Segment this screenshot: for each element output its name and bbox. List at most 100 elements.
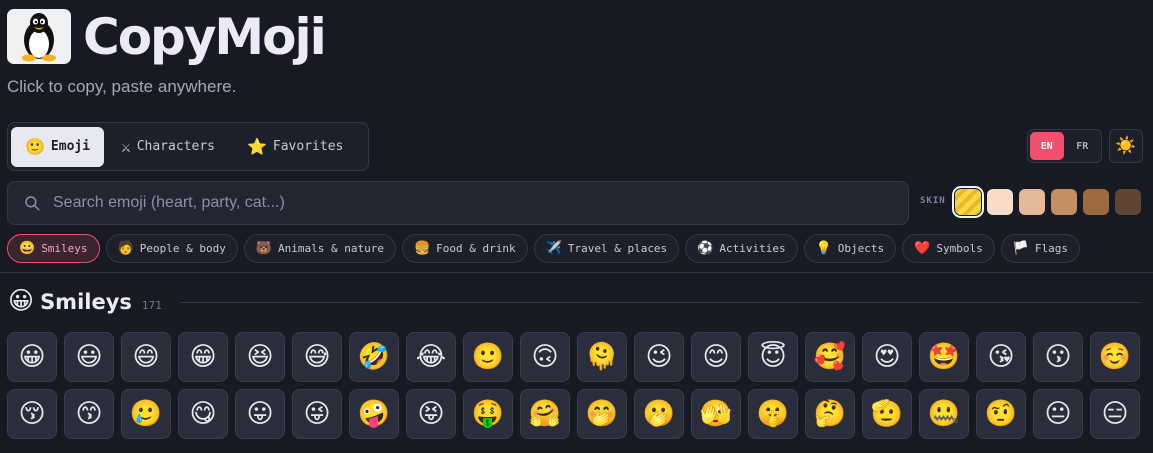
category-travel-places[interactable]: ✈️ Travel & places xyxy=(533,234,680,263)
emoji-button[interactable]: 🤑 xyxy=(463,389,513,439)
skin-tone-medium-dark[interactable] xyxy=(1083,189,1109,215)
crossed-swords-icon: ⚔ xyxy=(121,137,131,156)
emoji-button[interactable]: 😋 xyxy=(178,389,228,439)
category-filter: 😀 Smileys 🧑 People & body 🐻 Animals & na… xyxy=(7,234,1081,263)
category-objects[interactable]: 💡 Objects xyxy=(803,234,897,263)
emoji-button[interactable]: 😂 xyxy=(406,332,456,382)
emoji-button[interactable]: 🙃 xyxy=(520,332,570,382)
emoji-button[interactable]: 😁 xyxy=(178,332,228,382)
skin-label: SKIN xyxy=(920,196,946,206)
category-label: Food & drink xyxy=(436,242,516,255)
emoji-button[interactable]: 😙 xyxy=(64,389,114,439)
category-activities[interactable]: ⚽ Activities xyxy=(685,234,798,263)
emoji-button[interactable]: 😍 xyxy=(862,332,912,382)
copymoji-app: CopyMoji Click to copy, paste anywhere. … xyxy=(0,0,1153,453)
emoji-button[interactable]: 🤫 xyxy=(748,389,798,439)
emoji-button[interactable]: 🫣 xyxy=(691,389,741,439)
section-divider xyxy=(180,302,1141,303)
mode-tabs: 🙂 Emoji ⚔ Characters ⭐ Favorites xyxy=(7,122,369,171)
light-bulb-icon: 💡 xyxy=(815,241,832,256)
language-switcher: EN FR xyxy=(1027,129,1102,163)
heart-icon: ❤️ xyxy=(914,241,931,256)
emoji-button[interactable]: 😉 xyxy=(634,332,684,382)
emoji-button[interactable]: 🤐 xyxy=(919,389,969,439)
emoji-button[interactable]: 🥲 xyxy=(121,389,171,439)
emoji-button[interactable]: 🤨 xyxy=(976,389,1026,439)
tab-emoji[interactable]: 🙂 Emoji xyxy=(11,126,105,167)
logo xyxy=(7,9,71,64)
skin-tone-dark[interactable] xyxy=(1115,189,1141,215)
emoji-button[interactable]: 🥰 xyxy=(805,332,855,382)
search-bar xyxy=(7,181,909,225)
skin-tone-medium[interactable] xyxy=(1051,189,1077,215)
emoji-button[interactable]: 😆 xyxy=(235,332,285,382)
divider xyxy=(0,272,1153,273)
category-label: Flags xyxy=(1034,242,1069,255)
white-flag-icon: 🏳️ xyxy=(1012,241,1029,256)
emoji-button[interactable]: 🤗 xyxy=(520,389,570,439)
search-icon xyxy=(25,196,40,211)
emoji-button[interactable]: 🫠 xyxy=(577,332,627,382)
tab-label: Favorites xyxy=(272,139,344,154)
emoji-button[interactable]: 😛 xyxy=(235,389,285,439)
category-food-drink[interactable]: 🍔 Food & drink xyxy=(401,234,528,263)
skin-tone-light[interactable] xyxy=(987,189,1013,215)
category-animals-nature[interactable]: 🐻 Animals & nature xyxy=(243,234,396,263)
emoji-button[interactable]: 🫡 xyxy=(862,389,912,439)
category-label: Travel & places xyxy=(567,242,668,255)
burger-icon: 🍔 xyxy=(413,241,431,256)
tab-label: Characters xyxy=(136,139,215,154)
category-flags[interactable]: 🏳️ Flags xyxy=(1000,234,1081,263)
emoji-button[interactable]: 😐 xyxy=(1033,389,1083,439)
theme-toggle-button[interactable]: ☀️ xyxy=(1109,129,1143,163)
soccer-ball-icon: ⚽ xyxy=(697,241,714,256)
app-title: CopyMoji xyxy=(83,8,327,66)
emoji-grid: 😀 😃 😄 😁 😆 😅 🤣 😂 🙂 🙃 🫠 😉 😊 😇 🥰 😍 🤩 😘 😗 ☺️ 😚 😙 🥲 😋 😛 😜 🤪 😝 🤑 🤗 🤭 🫢 🫣 🤫 🤔 🫡 🤐 🤨 😐… xyxy=(7,332,1147,439)
emoji-button[interactable]: 😅 xyxy=(292,332,342,382)
emoji-button[interactable]: ☺️ xyxy=(1090,332,1140,382)
emoji-button[interactable]: 😚 xyxy=(7,389,57,439)
category-people-body[interactable]: 🧑 People & body xyxy=(105,234,238,263)
section-title: Smileys xyxy=(40,290,132,314)
category-label: Objects xyxy=(837,242,885,255)
emoji-button[interactable]: 😄 xyxy=(121,332,171,382)
skin-tone-medium-light[interactable] xyxy=(1019,189,1045,215)
category-label: Activities xyxy=(719,242,786,255)
emoji-button[interactable]: 🤭 xyxy=(577,389,627,439)
penguin-icon xyxy=(22,12,56,61)
emoji-button[interactable]: 🤣 xyxy=(349,332,399,382)
skin-tone-picker xyxy=(952,186,1141,218)
emoji-button[interactable]: 🤔 xyxy=(805,389,855,439)
category-label: People & body xyxy=(139,242,226,255)
section-count: 171 xyxy=(141,299,162,312)
tab-favorites[interactable]: ⭐ Favorites xyxy=(232,127,358,167)
emoji-button[interactable]: 🫢 xyxy=(634,389,684,439)
tab-characters[interactable]: ⚔ Characters xyxy=(106,127,230,167)
grinning-face-icon: 😀 xyxy=(19,241,36,256)
smiley-icon: 🙂 xyxy=(25,137,45,156)
emoji-button[interactable]: 🤪 xyxy=(349,389,399,439)
search-input[interactable] xyxy=(53,194,908,212)
tab-label: Emoji xyxy=(50,139,91,154)
lang-fr-button[interactable]: FR xyxy=(1066,132,1100,160)
emoji-button[interactable]: 😘 xyxy=(976,332,1026,382)
skin-tone-default[interactable] xyxy=(952,186,984,218)
airplane-icon: ✈️ xyxy=(545,241,562,256)
tagline: Click to copy, paste anywhere. xyxy=(7,77,237,96)
emoji-button[interactable]: 🤩 xyxy=(919,332,969,382)
emoji-button[interactable]: 😑 xyxy=(1090,389,1140,439)
emoji-button[interactable]: 😀 xyxy=(7,332,57,382)
emoji-button[interactable]: 😊 xyxy=(691,332,741,382)
emoji-button[interactable]: 😝 xyxy=(406,389,456,439)
sun-icon: ☀️ xyxy=(1115,136,1137,156)
category-symbols[interactable]: ❤️ Symbols xyxy=(902,234,995,263)
lang-en-button[interactable]: EN xyxy=(1030,132,1064,160)
emoji-button[interactable]: 😇 xyxy=(748,332,798,382)
category-label: Symbols xyxy=(936,242,983,255)
emoji-button[interactable]: 😃 xyxy=(64,332,114,382)
emoji-button[interactable]: 😗 xyxy=(1033,332,1083,382)
person-icon: 🧑 xyxy=(117,241,134,256)
category-smileys[interactable]: 😀 Smileys xyxy=(7,234,100,263)
emoji-button[interactable]: 😜 xyxy=(292,389,342,439)
emoji-button[interactable]: 🙂 xyxy=(463,332,513,382)
